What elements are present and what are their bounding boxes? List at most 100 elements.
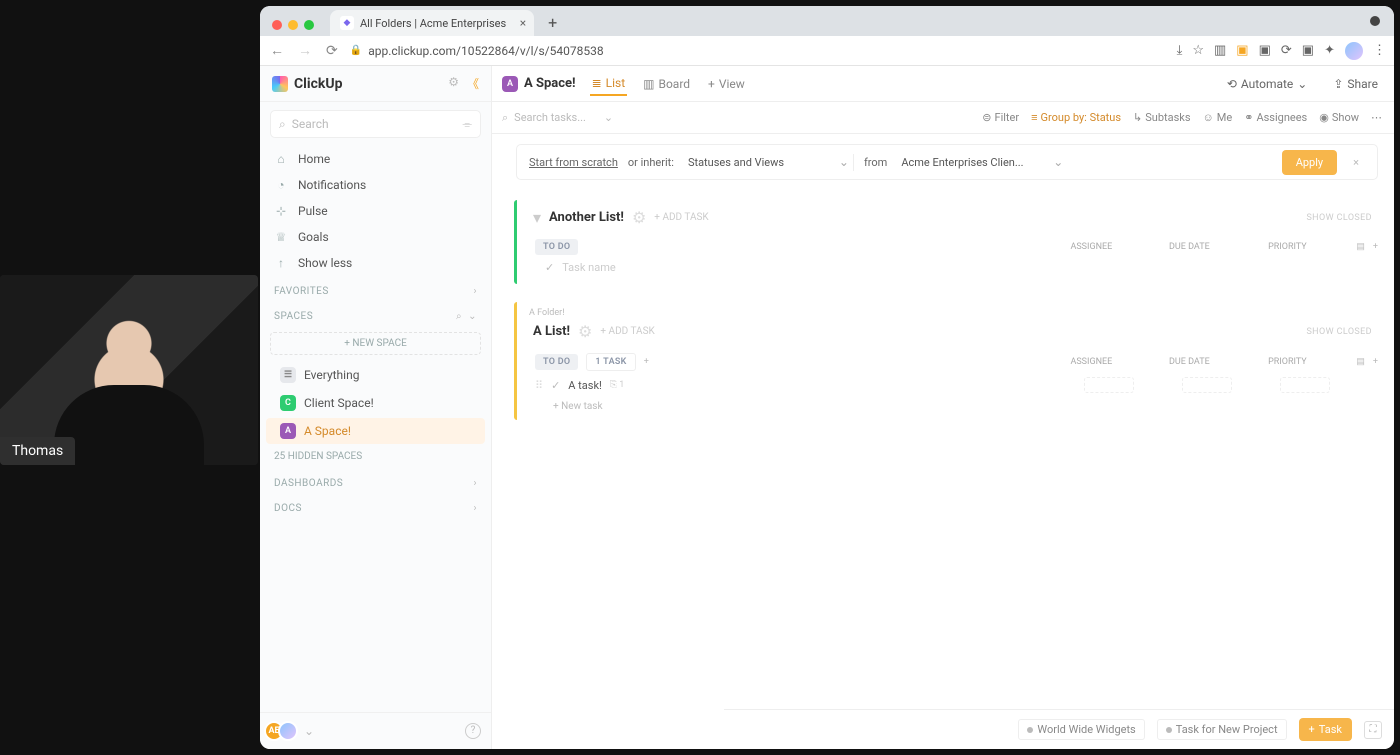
start-from-scratch-link[interactable]: Start from scratch [529, 156, 618, 169]
browser-tab[interactable]: ◆ All Folders | Acme Enterprises × [330, 10, 534, 36]
list-group-another: ▾ Another List! ⚙ + ADD TASK SHOW CLOSED… [514, 200, 1378, 284]
duedate-slot[interactable] [1182, 377, 1232, 393]
show-button[interactable]: ◉Show [1319, 111, 1359, 124]
col-priority: PRIORITY [1262, 357, 1312, 367]
nav-notifications[interactable]: ◔Notifications [260, 172, 491, 198]
add-status-icon[interactable]: + [644, 357, 649, 367]
priority-slot[interactable] [1280, 377, 1330, 393]
ext-icon-3[interactable]: ▣ [1259, 43, 1271, 58]
dismiss-banner[interactable]: × [1347, 156, 1365, 169]
list-header[interactable]: ▾ Another List! ⚙ + ADD TASK SHOW CLOSED [527, 204, 1378, 231]
column-settings-icon[interactable]: ▤ [1356, 357, 1365, 367]
ext-icon-4[interactable]: ⟳ [1281, 43, 1292, 58]
extensions-icon[interactable]: ✦ [1324, 43, 1335, 58]
install-icon[interactable]: ⤓ [1177, 43, 1183, 58]
maximize-window[interactable] [304, 20, 314, 30]
task-search[interactable]: ⌕Search tasks... ⌄ [502, 111, 613, 125]
list-settings-icon[interactable]: ⚙ [578, 322, 592, 341]
hidden-spaces[interactable]: 25 HIDDEN SPACES [260, 445, 491, 468]
expand-tray-icon[interactable]: ⛶ [1364, 721, 1382, 739]
drag-handle-icon[interactable]: ⠿ [535, 379, 543, 392]
tray-item-1[interactable]: World Wide Widgets [1018, 719, 1144, 740]
ext-icon-2[interactable]: ▣ [1236, 43, 1248, 58]
new-space-button[interactable]: + NEW SPACE [270, 332, 481, 355]
help-icon[interactable]: ? [465, 723, 481, 739]
subtasks-button[interactable]: ↳Subtasks [1133, 111, 1191, 124]
tab-list[interactable]: ≣List [590, 72, 628, 96]
new-task-row[interactable]: ✓ Task name [527, 257, 1378, 278]
nav-goals[interactable]: ♕ Goals [260, 224, 491, 250]
new-task-button[interactable]: + New task [527, 397, 1378, 414]
show-closed[interactable]: SHOW CLOSED [1306, 327, 1372, 337]
favorites-section[interactable]: FAVORITES› [260, 276, 491, 301]
collapse-sidebar-icon[interactable]: 《 [467, 75, 479, 92]
reload-button[interactable]: ⟳ [324, 43, 340, 59]
apply-button[interactable]: Apply [1282, 150, 1337, 175]
forward-button[interactable]: → [296, 42, 314, 59]
nav-goals-label: Goals [298, 230, 329, 244]
space-title[interactable]: A A Space! [502, 76, 576, 92]
clickup-logo[interactable]: ClickUp [272, 76, 342, 92]
automate-button[interactable]: ⟲Automate⌄ [1221, 75, 1314, 93]
space-client[interactable]: CClient Space! [266, 390, 485, 416]
nav-showless[interactable]: ↑Show less [260, 250, 491, 276]
collapse-icon[interactable]: ▾ [533, 208, 541, 227]
filter-button[interactable]: ⊜Filter [982, 111, 1019, 124]
spaces-section[interactable]: SPACES ⌕ ⌄ [260, 301, 491, 326]
sidebar-search[interactable]: ⌕ Search ⌯ [270, 110, 481, 138]
inherit-what-select[interactable]: Statuses and Views [684, 154, 854, 171]
add-task-ghost[interactable]: + ADD TASK [654, 212, 708, 223]
quick-task-button[interactable]: +Task [1299, 718, 1352, 741]
add-view[interactable]: +View [706, 73, 747, 95]
minimize-window[interactable] [288, 20, 298, 30]
voice-icon[interactable]: ⌯ [462, 117, 472, 132]
assignees-button[interactable]: ⚭Assignees [1244, 111, 1307, 124]
tab-board[interactable]: ▥Board [641, 73, 692, 95]
share-button[interactable]: ⇪Share [1327, 75, 1384, 93]
tab-close-icon[interactable]: × [520, 16, 526, 30]
subtask-count-icon[interactable]: ⎘ 1 [610, 380, 625, 390]
show-closed[interactable]: SHOW CLOSED [1306, 213, 1372, 223]
status-chip[interactable]: TO DO [535, 239, 578, 255]
parent-folder-label[interactable]: A Folder! [529, 308, 1378, 318]
column-settings-icon[interactable]: ▤ [1356, 242, 1365, 252]
task-row[interactable]: ⠿ ✓ A task! ⎘ 1 [527, 373, 1378, 397]
star-icon[interactable]: ☆ [1192, 43, 1204, 58]
space-everything[interactable]: ☰Everything [266, 362, 485, 388]
col-assignee: ASSIGNEE [1066, 357, 1116, 367]
list-header[interactable]: A List! ⚙ + ADD TASK SHOW CLOSED [527, 318, 1378, 345]
status-chip[interactable]: TO DO [535, 354, 578, 370]
add-column-icon[interactable]: + [1373, 242, 1378, 252]
chrome-menu-icon[interactable]: ⋮ [1373, 43, 1386, 58]
docs-section[interactable]: DOCS› [260, 493, 491, 518]
presence-avatars[interactable]: AE [270, 721, 298, 741]
close-window[interactable] [272, 20, 282, 30]
dashboards-section[interactable]: DASHBOARDS› [260, 468, 491, 493]
url-field[interactable]: 🔒 app.clickup.com/10522864/v/l/s/5407853… [350, 44, 1167, 58]
new-tab-button[interactable]: + [542, 13, 563, 36]
ext-icon-5[interactable]: ▣ [1302, 43, 1314, 58]
add-column-icon[interactable]: + [1373, 357, 1378, 367]
space-a-space[interactable]: AA Space! [266, 418, 485, 444]
settings-icon[interactable]: ⚙ [448, 75, 459, 92]
assignee-slot[interactable] [1084, 377, 1134, 393]
nav-home[interactable]: ⌂Home [260, 146, 491, 172]
tab-board-label: Board [658, 77, 690, 91]
groupby-button[interactable]: ≡Group by: Status [1031, 111, 1121, 124]
inherit-from-select[interactable]: Acme Enterprises Clien... [897, 154, 1067, 171]
chrome-account-indicator[interactable] [1370, 16, 1380, 26]
tray-item-2[interactable]: Task for New Project [1157, 719, 1287, 740]
me-button[interactable]: ☺Me [1203, 111, 1233, 124]
add-task-ghost[interactable]: + ADD TASK [600, 326, 654, 337]
back-button[interactable]: ← [268, 42, 286, 59]
profile-avatar[interactable] [1345, 42, 1363, 60]
presenter-webcam: Thomas [0, 275, 258, 465]
more-menu-icon[interactable]: ⋯ [1371, 111, 1384, 124]
ext-icon-1[interactable]: ▥ [1214, 43, 1226, 58]
checkmark-icon[interactable]: ✓ [551, 379, 560, 392]
trophy-icon: ♕ [274, 230, 288, 244]
spaces-search-icon[interactable]: ⌕ [456, 311, 462, 322]
presence-caret[interactable]: ⌄ [304, 724, 314, 738]
nav-pulse[interactable]: ⊹Pulse [260, 198, 491, 224]
list-settings-icon[interactable]: ⚙ [632, 208, 646, 227]
